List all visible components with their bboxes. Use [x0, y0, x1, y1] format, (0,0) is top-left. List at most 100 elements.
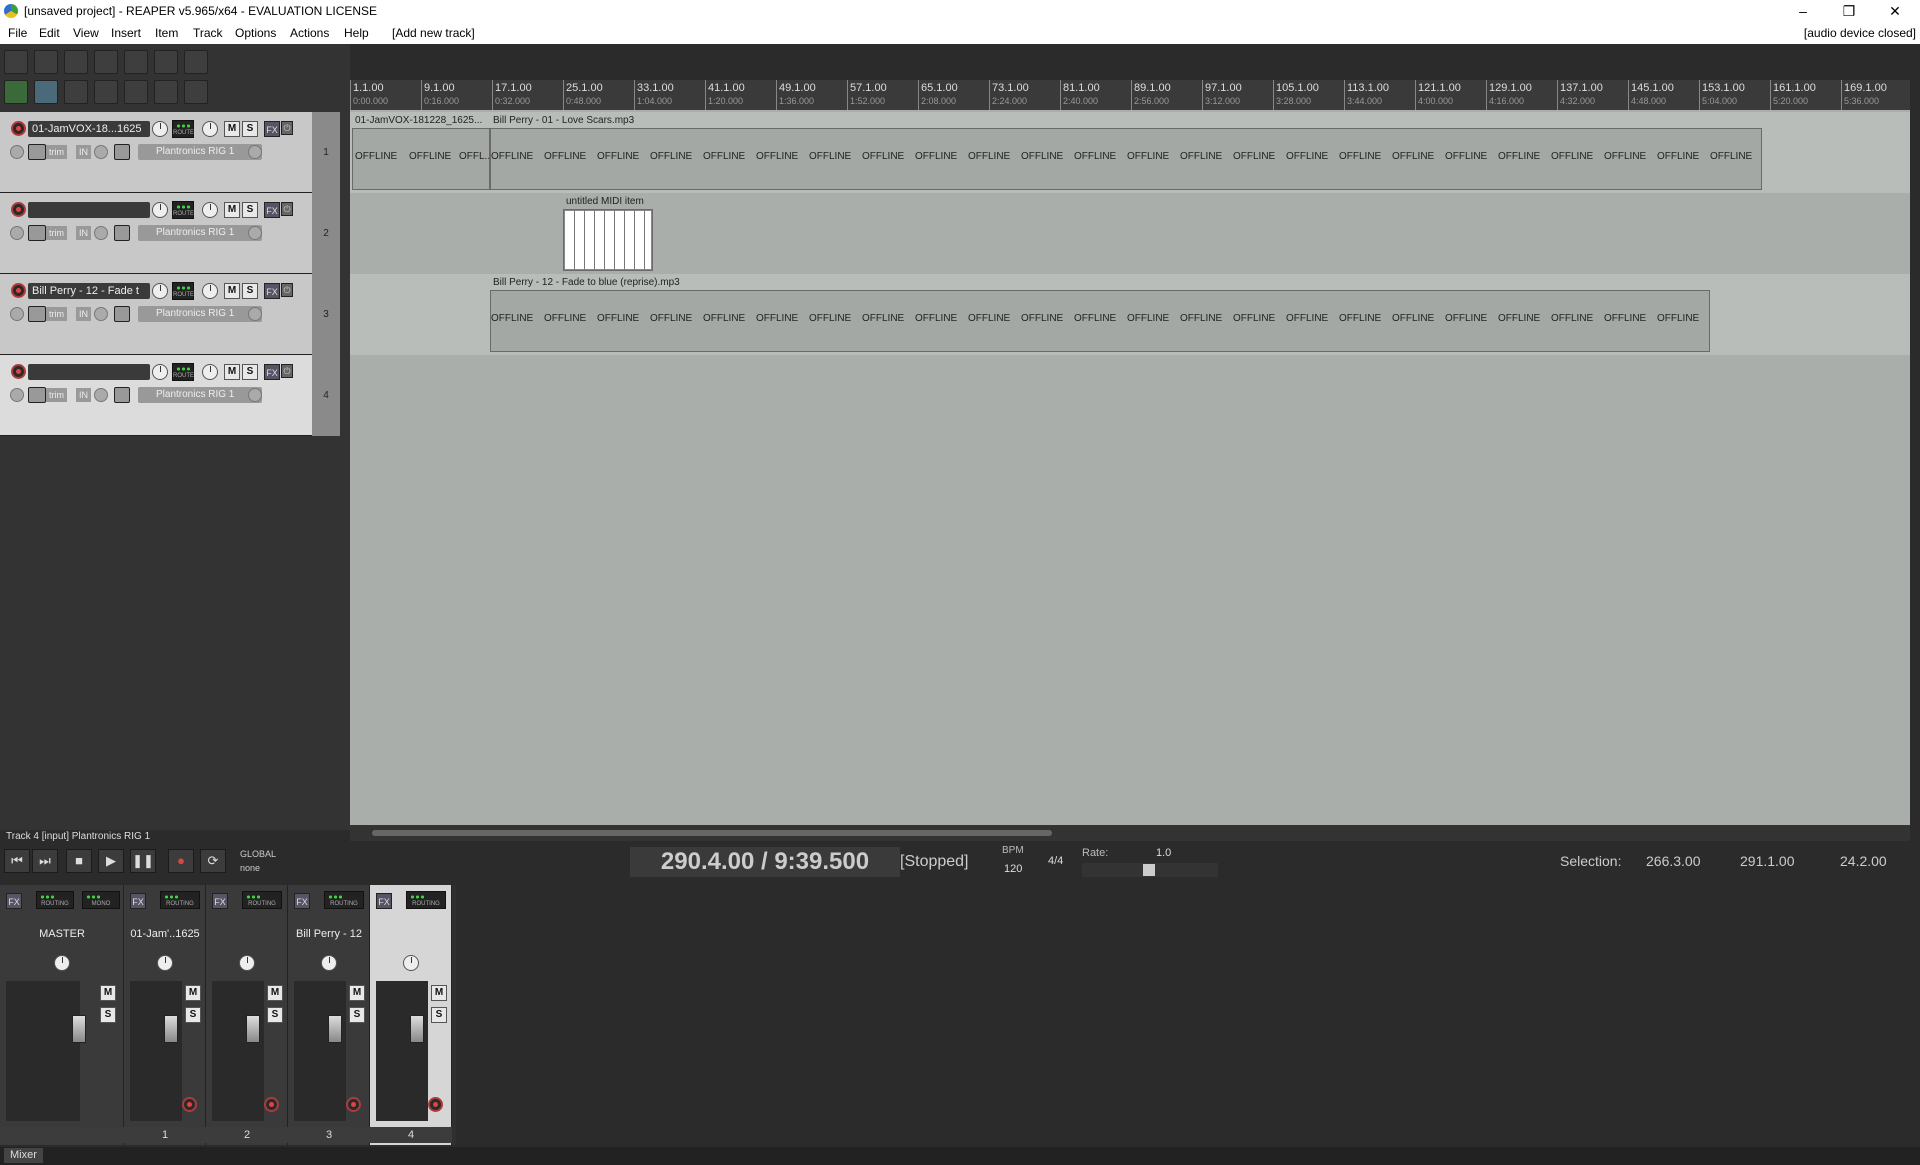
record-button[interactable]: ● — [168, 849, 194, 873]
mute-button[interactable]: M — [431, 985, 447, 1001]
record-arm-button[interactable] — [11, 121, 26, 136]
monitor-icon[interactable] — [10, 226, 24, 240]
input-selector[interactable]: Plantronics RIG 1 — [138, 306, 262, 322]
record-mode-icon[interactable] — [94, 388, 108, 402]
input-dropdown-icon[interactable] — [248, 226, 262, 240]
track-lane-4[interactable] — [350, 355, 1910, 436]
record-arm-button[interactable] — [346, 1097, 361, 1112]
fx-button[interactable]: FX — [264, 121, 280, 137]
fx-button[interactable]: FX — [6, 893, 22, 909]
mute-button[interactable]: M — [100, 985, 116, 1001]
monitor-fx-icon[interactable] — [114, 144, 130, 160]
record-mode-icon[interactable] — [94, 226, 108, 240]
routing-button[interactable]: ROUTING — [324, 891, 364, 909]
volume-fader[interactable] — [164, 1015, 178, 1043]
record-arm-button[interactable] — [11, 283, 26, 298]
rate-slider-thumb[interactable] — [1142, 863, 1156, 877]
loop-icon[interactable] — [154, 80, 178, 104]
menu-options[interactable]: Options — [235, 26, 276, 40]
solo-button[interactable]: S — [349, 1007, 365, 1023]
fx-button[interactable]: FX — [294, 893, 310, 909]
input-selector[interactable]: Plantronics RIG 1 — [138, 144, 262, 160]
track-name[interactable] — [28, 364, 150, 380]
stop-button[interactable]: ■ — [66, 849, 92, 873]
selection-length[interactable]: 24.2.00 — [1840, 853, 1887, 869]
menu-actions[interactable]: Actions — [290, 26, 329, 40]
volume-fader[interactable] — [328, 1015, 342, 1043]
route-button[interactable]: ROUTE — [172, 282, 194, 300]
fx-button[interactable]: FX — [130, 893, 146, 909]
lock-icon[interactable] — [184, 80, 208, 104]
time-signature[interactable]: 4/4 — [1048, 855, 1063, 867]
record-arm-button[interactable] — [428, 1097, 443, 1112]
arrange-view[interactable]: 01-JamVOX-181228_1625... OFFLINE OFFLINE… — [350, 110, 1910, 825]
media-item[interactable]: Bill Perry - 12 - Fade to blue (reprise)… — [490, 277, 1710, 352]
pan-knob[interactable] — [157, 955, 173, 971]
track-name[interactable]: Bill Perry - 12 - Fade t — [28, 283, 150, 299]
undo-icon[interactable] — [124, 50, 148, 74]
ripple-edit-icon[interactable] — [94, 80, 118, 104]
record-mode-icon[interactable] — [94, 307, 108, 321]
track-name[interactable]: 01-JamVOX-18...1625 — [28, 121, 150, 137]
scrollbar-thumb[interactable] — [372, 830, 1052, 836]
media-item[interactable]: Bill Perry - 01 - Love Scars.mp3 OFFLINE… — [490, 115, 1762, 190]
mute-button[interactable]: M — [349, 985, 365, 1001]
fx-bypass-icon[interactable]: ⏻ — [281, 364, 293, 378]
pan-knob[interactable] — [202, 202, 218, 218]
project-settings-icon[interactable] — [94, 50, 118, 74]
track-4[interactable]: ROUTE M S FX ⏻ trim IN Plantronics RIG 1… — [0, 355, 340, 436]
trim-mode-button[interactable]: trim — [46, 226, 67, 240]
monitor-fx-icon[interactable] — [114, 225, 130, 241]
mute-button[interactable]: M — [224, 202, 240, 218]
volume-knob[interactable] — [152, 364, 168, 380]
mono-button[interactable]: MONO — [82, 891, 120, 909]
input-button[interactable]: IN — [76, 388, 91, 402]
input-button[interactable]: IN — [76, 307, 91, 321]
fx-button[interactable]: FX — [212, 893, 228, 909]
menu-help[interactable]: Help — [344, 26, 369, 40]
volume-knob[interactable] — [152, 283, 168, 299]
grid-snap-icon[interactable] — [124, 80, 148, 104]
track-2[interactable]: ROUTE M S FX ⏻ trim IN Plantronics RIG 1… — [0, 193, 340, 274]
redo-icon[interactable] — [154, 50, 178, 74]
pan-knob[interactable] — [202, 364, 218, 380]
fx-button[interactable]: FX — [264, 364, 280, 380]
envelope-move-icon[interactable] — [34, 80, 58, 104]
solo-button[interactable]: S — [431, 1007, 447, 1023]
track-name[interactable] — [28, 202, 150, 218]
monitor-icon[interactable] — [10, 388, 24, 402]
midi-item[interactable]: untitled MIDI item — [563, 196, 653, 271]
mixer-strip-1[interactable]: FX ROUTING 01-Jam'..1625 M S 1 — [124, 885, 206, 1145]
monitor-icon[interactable] — [10, 145, 24, 159]
input-dropdown-icon[interactable] — [248, 388, 262, 402]
item-grouping-icon[interactable] — [64, 80, 88, 104]
mixer-strip-master[interactable]: FX ROUTING MONO MASTER M S — [0, 885, 124, 1145]
fx-bypass-icon[interactable]: ⏻ — [281, 121, 293, 135]
pan-knob[interactable] — [403, 955, 419, 971]
mixer-strip-3[interactable]: FX ROUTING Bill Perry - 12 M S 3 — [288, 885, 370, 1145]
mixer-strip-4[interactable]: FX ROUTING M S 4 — [370, 885, 452, 1145]
pan-knob[interactable] — [202, 121, 218, 137]
mute-button[interactable]: M — [185, 985, 201, 1001]
input-selector[interactable]: Plantronics RIG 1 — [138, 387, 262, 403]
mixer-strip-2[interactable]: FX ROUTING M S 2 — [206, 885, 288, 1145]
go-to-end-button[interactable]: ⏭ — [32, 849, 58, 873]
routing-button[interactable]: ROUTING — [406, 891, 446, 909]
record-arm-button[interactable] — [182, 1097, 197, 1112]
menu-file[interactable]: File — [8, 26, 27, 40]
fx-bypass-icon[interactable]: ⏻ — [281, 283, 293, 297]
pan-knob[interactable] — [54, 955, 70, 971]
pause-button[interactable]: ❚❚ — [130, 849, 156, 873]
pan-knob[interactable] — [239, 955, 255, 971]
menu-insert[interactable]: Insert — [111, 26, 141, 40]
solo-button[interactable]: S — [267, 1007, 283, 1023]
bpm-value[interactable]: 120 — [1004, 863, 1022, 875]
monitor-fx-icon[interactable] — [114, 387, 130, 403]
route-button[interactable]: ROUTE — [172, 120, 194, 138]
trim-mode-button[interactable]: trim — [46, 307, 67, 321]
position-display[interactable]: 290.4.00 / 9:39.500 — [630, 847, 900, 877]
selection-start[interactable]: 266.3.00 — [1646, 853, 1701, 869]
track-lane-3[interactable]: Bill Perry - 12 - Fade to blue (reprise)… — [350, 274, 1910, 355]
rate-slider[interactable] — [1082, 863, 1218, 877]
route-button[interactable]: ROUTE — [172, 363, 194, 381]
